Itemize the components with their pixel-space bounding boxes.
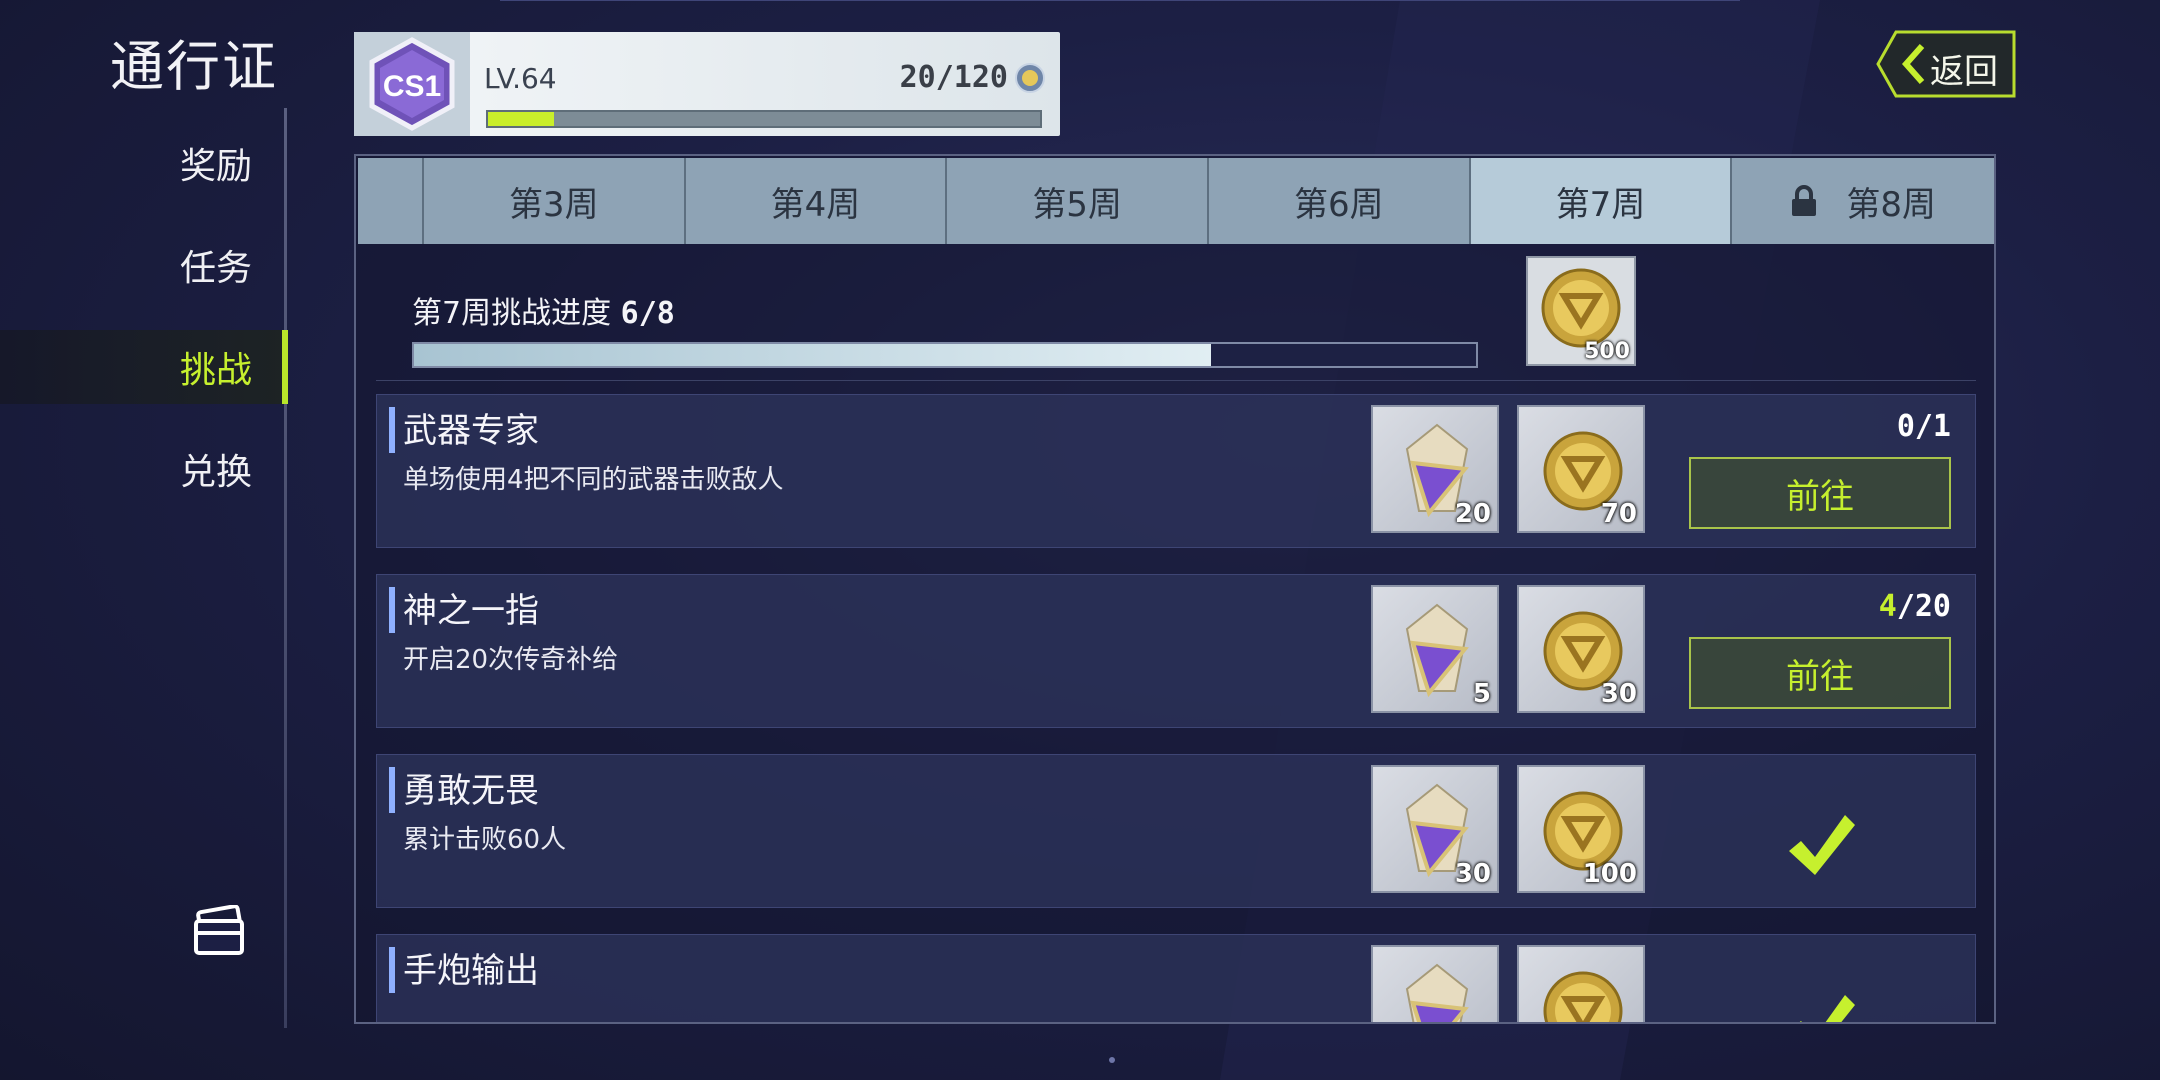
task-row: 手炮输出 [376,934,1976,1022]
week-reward-amount: 500 [1584,339,1630,364]
level-card: CS1 LV.64 20/120 [354,32,1060,136]
badge-token-icon [1405,963,1469,1022]
tab-week-7[interactable]: 第7周 [1470,158,1733,244]
level-label: LV.64 [484,62,557,95]
task-accent [389,947,395,993]
reward-token[interactable]: 30 [1371,765,1499,893]
week-tabs: 第3周 第4周 第5周 第6周 第7周 第8周 [358,158,1994,244]
week-progress-fill [414,344,1211,366]
nav-item-rewards[interactable]: 奖励 [0,126,288,200]
tab-scroll-stub[interactable] [358,158,424,244]
task-title: 武器专家 [403,411,539,451]
challenge-panel: 第3周 第4周 第5周 第6周 第7周 第8周 第7周挑战进度 6/8 500 … [354,154,1996,1024]
reward-amount: 30 [1600,679,1637,709]
task-count: 0/1 [1896,409,1951,444]
tab-week-5[interactable]: 第5周 [947,158,1209,244]
gold-coin-icon [1543,971,1623,1022]
page-title: 通行证 [110,35,278,98]
week-progress-bar [412,342,1478,368]
task-title: 手炮输出 [403,951,539,991]
task-row: 神之一指 开启20次传奇补给 5 30 4/20 前往 [376,574,1976,728]
go-button[interactable]: 前往 [1689,457,1951,529]
back-button[interactable]: 返回 [1876,30,2016,98]
go-button[interactable]: 前往 [1689,637,1951,709]
reward-amount: 30 [1454,859,1491,889]
task-row: 勇敢无畏 累计击败60人 30 100 [376,754,1976,908]
reward-amount: 100 [1582,859,1637,889]
task-description: 累计击败60人 [403,825,567,855]
reward-coin[interactable]: 70 [1517,405,1645,533]
pass-coin-icon [1015,63,1045,93]
week-reward[interactable]: 500 [1526,256,1636,366]
reward-coin[interactable]: 100 [1517,765,1645,893]
reward-amount: 20 [1454,499,1491,529]
task-description: 单场使用4把不同的武器击败敌人 [403,465,784,495]
check-icon [1799,995,1855,1022]
exp-progress-fill [488,112,555,126]
reward-amount: 5 [1472,679,1491,709]
svg-text:CS1: CS1 [383,70,441,103]
task-description: 开启20次传奇补给 [403,645,619,675]
task-row: 武器专家 单场使用4把不同的武器击败敌人 20 70 0/1 前往 [376,394,1976,548]
cards-album-icon[interactable] [192,905,248,957]
season-badge-icon: CS1 [369,37,455,131]
nav-item-exchange[interactable]: 兑换 [0,432,288,506]
season-badge: CS1 [354,32,470,136]
tab-week-8-label: 第8周 [1846,184,1937,225]
reward-coin[interactable]: 30 [1517,585,1645,713]
tab-week-4[interactable]: 第4周 [686,158,948,244]
tab-week-6[interactable]: 第6周 [1209,158,1471,244]
reward-token[interactable] [1371,945,1499,1022]
task-accent [389,407,395,453]
week-progress-value: 6/8 [620,296,675,331]
lock-icon [1792,185,1817,216]
section-divider [376,380,1976,381]
week-progress-label: 第7周挑战进度 6/8 [412,296,675,331]
check-icon [1789,815,1855,875]
task-accent [389,767,395,813]
tab-week-3[interactable]: 第3周 [424,158,686,244]
reward-token[interactable]: 5 [1371,585,1499,713]
back-button-label: 返回 [1930,52,1998,92]
task-title: 勇敢无畏 [403,771,539,811]
task-count: 4/20 [1878,589,1951,624]
reward-amount: 70 [1600,499,1637,529]
task-title: 神之一指 [403,591,539,631]
nav-item-tasks[interactable]: 任务 [0,228,288,302]
exp-counter: 20/120 [899,60,1008,95]
nav-item-challenges[interactable]: 挑战 [0,330,288,404]
task-accent [389,587,395,633]
tab-week-8[interactable]: 第8周 [1732,158,1994,244]
reward-coin[interactable] [1517,945,1645,1022]
exp-progress-bar [486,110,1042,128]
reward-token[interactable]: 20 [1371,405,1499,533]
